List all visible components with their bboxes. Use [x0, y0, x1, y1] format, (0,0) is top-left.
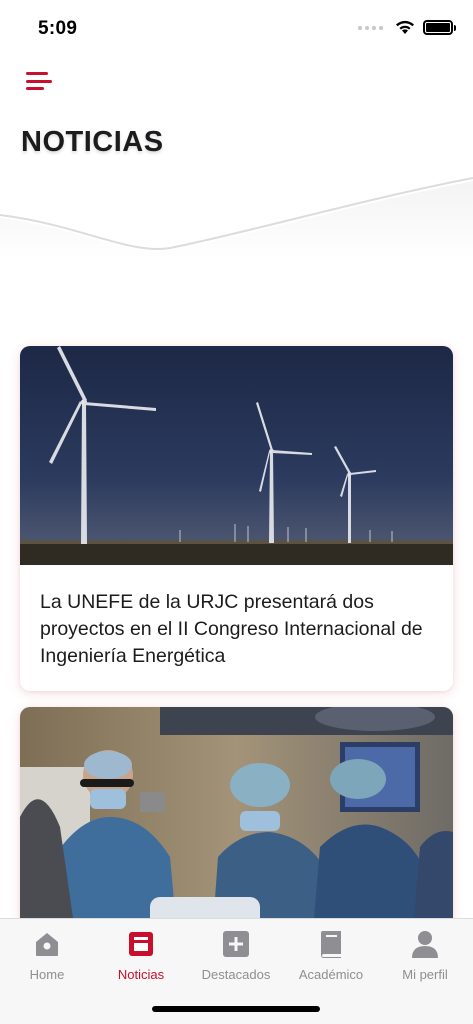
news-card[interactable]: La UNEFE de la URJC presentará dos proye…	[20, 346, 453, 691]
book-icon	[321, 931, 341, 958]
tab-destacados[interactable]: Destacados	[189, 929, 283, 982]
tab-noticias[interactable]: Noticias	[94, 929, 188, 982]
news-title: La UNEFE de la URJC presentará dos proye…	[40, 591, 423, 667]
home-icon	[36, 933, 58, 956]
menu-icon	[26, 72, 48, 75]
status-time: 5:09	[38, 18, 78, 39]
home-indicator[interactable]	[152, 1006, 320, 1012]
status-bar: 5:09	[0, 0, 473, 58]
user-icon	[412, 931, 438, 958]
tab-label: Mi perfil	[402, 967, 448, 982]
wind-turbines-photo	[20, 346, 453, 565]
tab-home[interactable]: Home	[0, 929, 94, 982]
tab-label: Destacados	[201, 967, 271, 982]
tab-mi-perfil[interactable]: Mi perfil	[378, 929, 472, 982]
header-wave-decoration	[0, 170, 473, 260]
status-icons	[358, 20, 456, 35]
menu-button[interactable]	[26, 70, 54, 92]
signal-icon	[358, 25, 383, 30]
plus-icon	[223, 931, 249, 957]
tab-label: Académico	[298, 967, 364, 982]
wifi-icon	[396, 20, 414, 34]
tab-label: Noticias	[117, 967, 165, 982]
tab-label: Home	[29, 967, 65, 982]
tab-academico[interactable]: Académico	[284, 929, 378, 982]
battery-icon	[423, 20, 456, 35]
page-title: NOTICIAS	[21, 126, 164, 158]
news-icon	[129, 932, 153, 956]
